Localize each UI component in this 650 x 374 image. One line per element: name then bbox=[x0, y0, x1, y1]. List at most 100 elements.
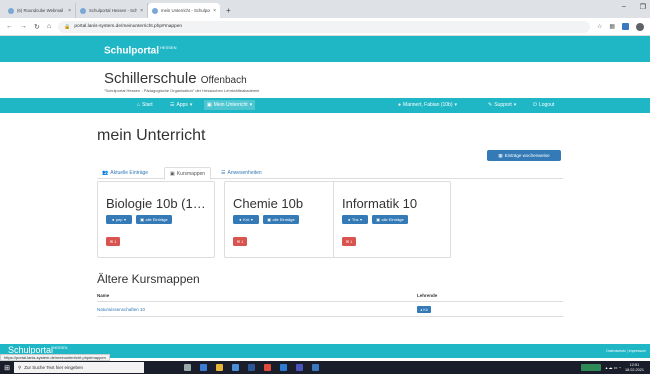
user-icon: ● bbox=[111, 217, 115, 222]
taskbar-search-input[interactable]: ⚲ Zur Suche Text hier eingeben bbox=[14, 362, 144, 373]
portal-slogan: "Schulportal Hessen - Pädagogische Organ… bbox=[104, 88, 260, 93]
teacher-button[interactable]: ● Krö ▾ bbox=[233, 215, 259, 224]
book-icon: ▣ bbox=[140, 217, 145, 222]
new-entries-badge[interactable]: ✉ 1 bbox=[342, 237, 356, 246]
book-icon: ▣ bbox=[170, 170, 175, 177]
browser-tab-schulportal[interactable]: Schulportal Hessen - Schulpo × bbox=[76, 3, 148, 18]
book-icon: ▣ bbox=[376, 217, 381, 222]
book-icon: ▣ bbox=[207, 102, 212, 108]
footer-links[interactable]: Datenschutz | Impressum bbox=[606, 349, 646, 353]
teams-icon[interactable] bbox=[296, 364, 303, 371]
older-teacher-button[interactable]: ● Kö bbox=[417, 306, 431, 313]
window-controls: – ❐ bbox=[622, 3, 646, 11]
book-icon: ▣ bbox=[267, 217, 272, 222]
tab-anwesenheiten[interactable]: ☰ Anwesenheiten bbox=[216, 167, 267, 179]
nav-logout[interactable]: ⏻ Logout bbox=[533, 102, 554, 108]
reload-icon[interactable]: ↻ bbox=[34, 23, 40, 31]
file-explorer-icon[interactable] bbox=[216, 364, 223, 371]
windows-start-icon[interactable]: ⊞ bbox=[0, 364, 14, 372]
minimize-icon[interactable]: – bbox=[622, 3, 626, 11]
new-tab-button[interactable]: + bbox=[220, 3, 237, 18]
older-folder-link[interactable]: Naturwissenschaften 10 bbox=[97, 307, 145, 312]
user-icon: ● bbox=[420, 307, 423, 312]
home-icon: ⌂ bbox=[137, 102, 141, 108]
tab-label: Schulportal Hessen - Schulpo bbox=[89, 8, 138, 13]
tab-label: mein Unterricht - Schulportal He bbox=[161, 8, 210, 13]
user-icon: ● bbox=[347, 217, 351, 222]
user-icon: ● bbox=[239, 217, 242, 222]
course-title[interactable]: Chemie 10b bbox=[233, 196, 303, 211]
wrench-icon: ✎ bbox=[488, 102, 493, 108]
word-icon[interactable] bbox=[280, 364, 287, 371]
maximize-icon[interactable]: ❐ bbox=[640, 3, 646, 11]
nav-apps[interactable]: ☰ Apps ▾ bbox=[170, 102, 192, 108]
nav-user[interactable]: ● Mannert, Fabian (10b) ▾ bbox=[398, 102, 457, 108]
course-card-informatik: Informatik 10 ● Ths ▾ ▣ alle Einträge ✉ 1 bbox=[333, 181, 451, 258]
course-title[interactable]: Informatik 10 bbox=[342, 196, 417, 211]
store-icon[interactable] bbox=[232, 364, 239, 371]
star-icon[interactable]: ☆ bbox=[597, 23, 602, 30]
portal-brand[interactable]: SchulportalHESSEN bbox=[104, 45, 176, 56]
chrome-icon[interactable] bbox=[264, 364, 271, 371]
teacher-button[interactable]: ● pep ▾ bbox=[106, 215, 132, 224]
taskbar-apps bbox=[184, 364, 319, 371]
close-tab-icon[interactable]: × bbox=[140, 8, 143, 14]
all-entries-button[interactable]: ▣ alle Einträge bbox=[263, 215, 299, 224]
close-tab-icon[interactable]: × bbox=[213, 8, 216, 14]
extension-icon[interactable]: ▦ bbox=[609, 23, 615, 30]
col-teacher: Lehrende bbox=[417, 293, 438, 298]
search-icon: ⚲ bbox=[18, 364, 22, 370]
tray-icons[interactable]: ▴ ☁ ▭ ◔ bbox=[605, 365, 621, 370]
power-icon: ⏻ bbox=[533, 102, 537, 108]
profile-avatar-icon[interactable] bbox=[636, 22, 644, 31]
nav-support[interactable]: ✎ Support ▾ bbox=[488, 102, 516, 108]
favicon-icon bbox=[152, 7, 158, 14]
home-icon[interactable]: ⌂ bbox=[47, 23, 51, 30]
system-tray: ▴ ☁ ▭ ◔ 12:51 18.02.2021 bbox=[581, 363, 644, 372]
envelope-icon: ✉ bbox=[109, 239, 114, 244]
nav-start[interactable]: ⌂ Start bbox=[137, 102, 153, 108]
extension-blue-icon[interactable] bbox=[622, 23, 629, 30]
all-entries-button[interactable]: ▣ alle Einträge bbox=[136, 215, 172, 224]
tray-app-icon[interactable] bbox=[581, 364, 602, 371]
all-entries-button[interactable]: ▣ alle Einträge bbox=[372, 215, 408, 224]
favicon-icon bbox=[8, 7, 14, 14]
weekly-entries-button[interactable]: ▦ Einträge wochenweise bbox=[487, 150, 561, 161]
favicon-icon bbox=[80, 7, 86, 14]
school-name: Schillerschule Offenbach bbox=[104, 70, 247, 87]
task-view-icon[interactable] bbox=[184, 364, 191, 371]
grid-icon: ☰ bbox=[170, 102, 175, 108]
back-icon[interactable]: ← bbox=[6, 23, 13, 30]
browser-tab-bar: (6) Roundcube Webmail :: Postei × Schulp… bbox=[0, 0, 650, 18]
course-title[interactable]: Biologie 10b (1… bbox=[106, 196, 206, 211]
table-divider bbox=[97, 316, 563, 317]
new-entries-badge[interactable]: ✉ 1 bbox=[233, 237, 247, 246]
browser-tab-webmail[interactable]: (6) Roundcube Webmail :: Postei × bbox=[4, 3, 76, 18]
status-url: https://portal.lanis-system.de/meinunter… bbox=[0, 354, 110, 361]
col-name: Name bbox=[97, 293, 110, 298]
nav-mein-unterricht[interactable]: ▣ Mein Unterricht ▾ bbox=[204, 100, 256, 110]
edge-icon[interactable] bbox=[200, 364, 207, 371]
browser-tab-mein-unterricht[interactable]: mein Unterricht - Schulportal He × bbox=[148, 3, 220, 18]
forward-icon[interactable]: → bbox=[20, 23, 27, 30]
envelope-icon: ✉ bbox=[345, 239, 350, 244]
course-card-chemie: Chemie 10b ● Krö ▾ ▣ alle Einträge ✉ 1 bbox=[224, 181, 342, 258]
tab-label: (6) Roundcube Webmail :: Postei bbox=[17, 8, 65, 13]
teacher-button[interactable]: ● Ths ▾ bbox=[342, 215, 368, 224]
users-icon: 👥 bbox=[102, 170, 109, 176]
caret-down-icon: ▾ bbox=[249, 102, 253, 108]
tab-aktuelle-eintraege[interactable]: 👥 Aktuelle Einträge bbox=[97, 167, 153, 179]
app-icon[interactable] bbox=[312, 364, 319, 371]
new-entries-badge[interactable]: ✉ 1 bbox=[106, 237, 120, 246]
close-tab-icon[interactable]: × bbox=[68, 8, 71, 14]
url-field[interactable]: 🔒 portal.lanis-system.de/meinunterricht.… bbox=[58, 20, 590, 33]
address-bar: ← → ↻ ⌂ 🔒 portal.lanis-system.de/meinunt… bbox=[0, 18, 650, 36]
tab-kursmappen[interactable]: ▣ Kursmappen bbox=[164, 167, 212, 180]
user-icon: ● bbox=[398, 102, 402, 108]
extensions: ☆ ▦ bbox=[597, 22, 644, 31]
clock[interactable]: 12:51 18.02.2021 bbox=[625, 363, 644, 372]
caret-down-icon: ▾ bbox=[513, 102, 517, 108]
envelope-icon: ✉ bbox=[236, 239, 241, 244]
table-divider bbox=[97, 301, 563, 302]
mail-icon[interactable] bbox=[248, 364, 255, 371]
